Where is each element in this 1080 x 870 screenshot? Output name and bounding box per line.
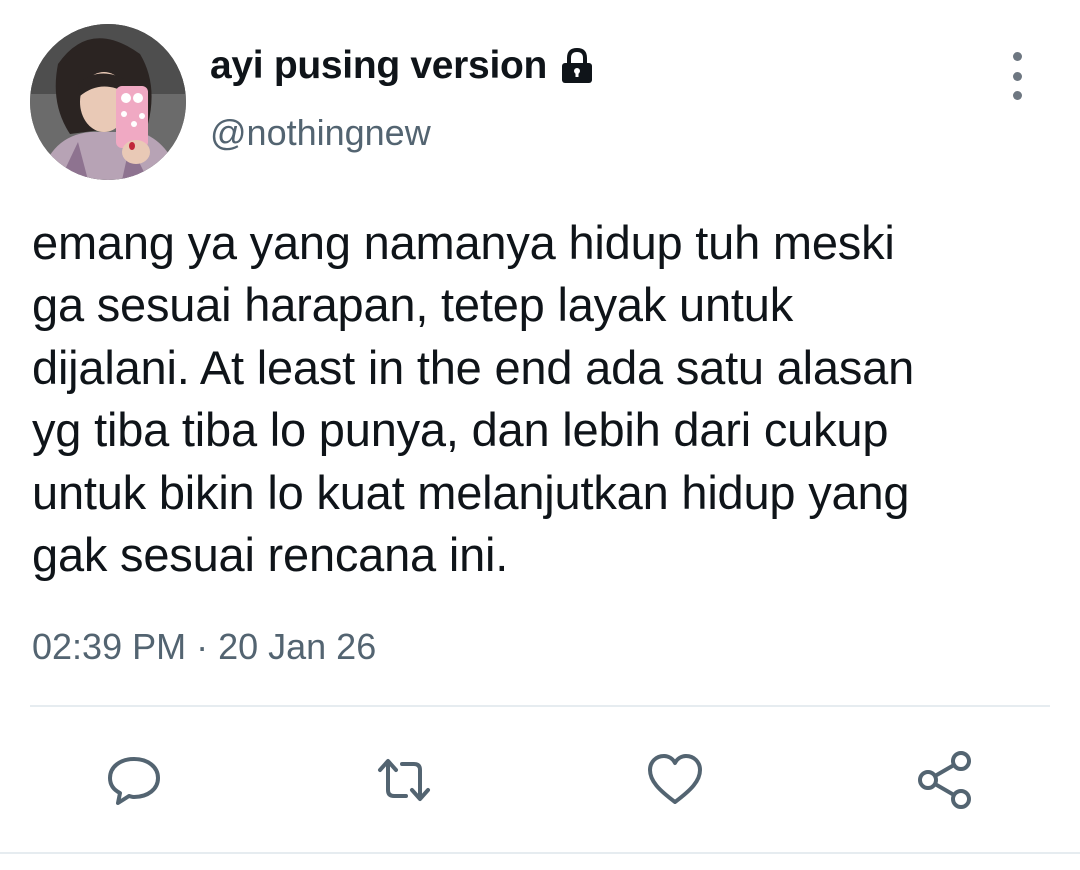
- more-dot-icon: [1012, 91, 1022, 100]
- avatar[interactable]: [30, 24, 186, 180]
- tweet-text-line: dijalani. At least in the end ada satu a…: [32, 340, 915, 394]
- user-handle[interactable]: @nothingnew: [210, 112, 431, 154]
- like-button[interactable]: [645, 750, 705, 810]
- more-options-button[interactable]: [995, 52, 1039, 100]
- share-button[interactable]: [915, 750, 975, 810]
- heart-icon: [648, 754, 702, 804]
- avatar-image: [30, 24, 186, 180]
- retweet-icon: [378, 759, 430, 801]
- reply-icon: [108, 757, 160, 805]
- bottom-divider: [0, 852, 1080, 854]
- display-name-row: ayi pusing version: [210, 44, 597, 88]
- tweet-text-line: emang ya yang namanya hidup tuh meski: [32, 216, 895, 269]
- more-dot-icon: [1012, 52, 1022, 61]
- divider: [30, 705, 1050, 707]
- tweet-detail: ayi pusing version @nothingnew emang ya …: [0, 0, 1080, 870]
- share-icon: [918, 751, 971, 809]
- reply-button[interactable]: [104, 750, 164, 810]
- tweet-text-line: yg tiba tiba lo punya, dan lebih dari cu…: [32, 403, 889, 457]
- tweet-text-line: ga sesuai harapan, tetep layak untuk: [32, 278, 794, 332]
- retweet-button[interactable]: [374, 750, 434, 810]
- tweet-text-line: untuk bikin lo kuat melanjutkan hidup ya…: [32, 465, 910, 519]
- tweet-text-line: gak sesuai rencana ini.: [32, 528, 509, 582]
- display-name[interactable]: ayi pusing version: [210, 44, 547, 88]
- tweet-timestamp[interactable]: 02:39 PM · 20 Jan 26: [32, 626, 376, 668]
- more-dot-icon: [1012, 71, 1022, 81]
- tweet-text: emang ya yang namanya hidup tuh meski ga…: [32, 212, 1062, 586]
- lock-icon: [557, 46, 597, 86]
